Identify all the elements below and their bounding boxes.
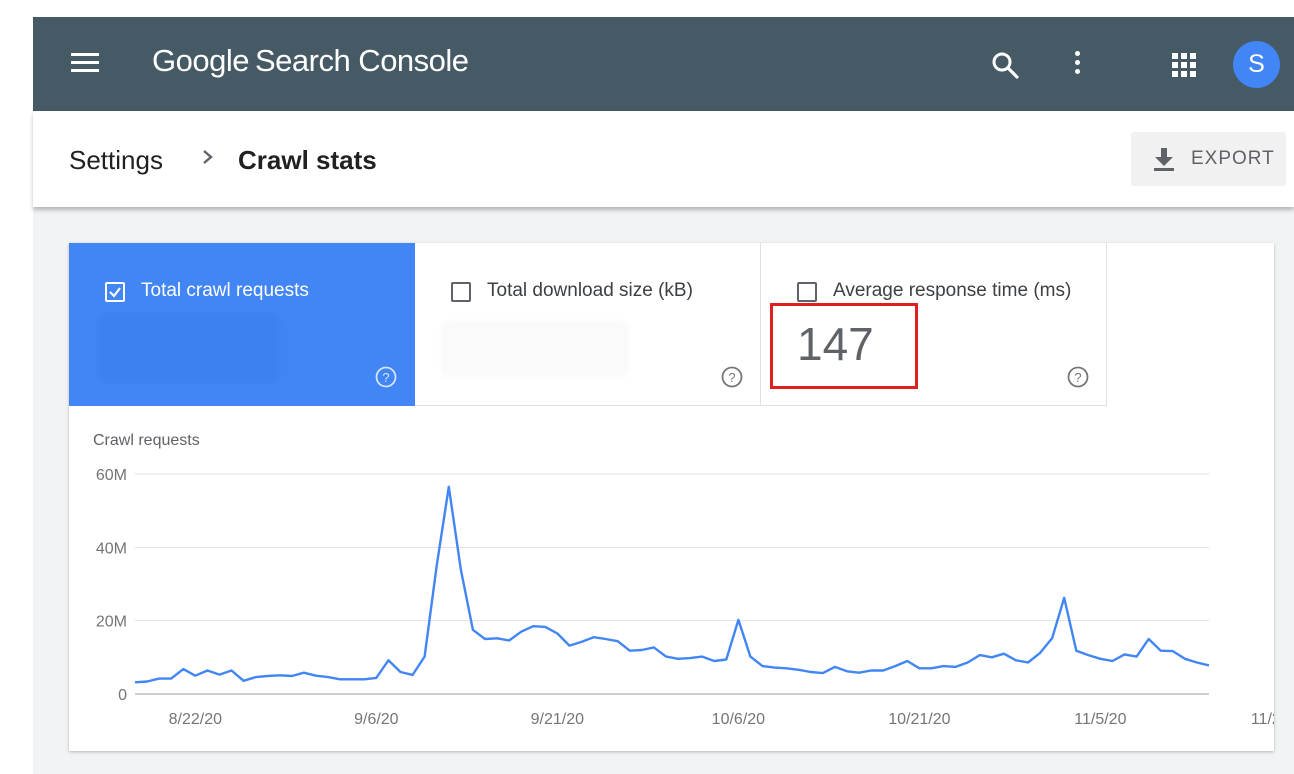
top-app-bar: Google Search Console S (33, 17, 1294, 111)
x-tick-label: 11/5/20 (1074, 711, 1126, 728)
y-tick-label: 20M (96, 614, 127, 631)
download-icon (1154, 148, 1174, 171)
help-icon[interactable]: ? (375, 366, 397, 388)
more-vert-icon[interactable] (1072, 50, 1082, 80)
apps-grid-icon[interactable] (1172, 53, 1196, 77)
logo-product-text: Search Console (254, 43, 469, 78)
y-tick-label: 60M (96, 467, 127, 484)
app-logo[interactable]: Google Search Console (152, 43, 469, 79)
logo-google-text: Google (152, 43, 249, 78)
chevron-right-icon (201, 147, 215, 167)
breadcrumb-settings[interactable]: Settings (69, 145, 163, 176)
redacted-value (441, 321, 629, 377)
export-button[interactable]: EXPORT (1131, 132, 1286, 186)
metric-label: Total crawl requests (141, 280, 309, 301)
x-tick-label: 9/6/20 (354, 711, 399, 728)
redacted-value (99, 315, 279, 381)
page-title: Crawl stats (238, 145, 377, 175)
svg-text:?: ? (728, 370, 735, 385)
metric-label: Average response time (ms) (833, 280, 1072, 301)
y-tick-label: 0 (118, 687, 127, 704)
checkbox-unchecked-icon[interactable] (451, 282, 471, 302)
y-tick-label: 40M (96, 540, 127, 557)
x-tick-label: 10/6/20 (712, 711, 765, 728)
highlight-annotation-box (770, 303, 918, 389)
chart-plot: 0 20M 40M 60M 8/22/20 9/6/20 9/21/20 10/6/20 10/… (96, 467, 1274, 728)
checkbox-unchecked-icon[interactable] (797, 282, 817, 302)
svg-text:?: ? (382, 370, 389, 385)
x-tick-label: 8/22/20 (169, 711, 222, 728)
checkbox-checked-icon[interactable] (105, 282, 125, 302)
metric-tile-total-download-size[interactable]: Total download size (kB) ? (415, 243, 761, 406)
help-icon[interactable]: ? (1067, 366, 1089, 388)
x-tick-label: 11/20/20 (1251, 711, 1274, 728)
page-header: Settings Crawl stats EXPORT (33, 111, 1294, 207)
metric-tile-total-crawl-requests[interactable]: Total crawl requests ? (69, 243, 415, 406)
x-tick-label: 10/21/20 (888, 711, 950, 728)
series-line (134, 485, 1210, 684)
hamburger-menu-icon[interactable] (71, 53, 99, 75)
help-icon[interactable]: ? (721, 366, 743, 388)
crawl-requests-chart: Crawl requests 0 20M 40M 60M 8/22/20 9/6/20 9/… (69, 420, 1274, 751)
metric-label: Total download size (kB) (487, 280, 693, 301)
svg-text:?: ? (1074, 370, 1081, 385)
search-icon[interactable] (990, 50, 1020, 80)
export-label: EXPORT (1191, 148, 1275, 169)
x-tick-label: 9/21/20 (531, 711, 584, 728)
avatar[interactable]: S (1233, 41, 1280, 88)
